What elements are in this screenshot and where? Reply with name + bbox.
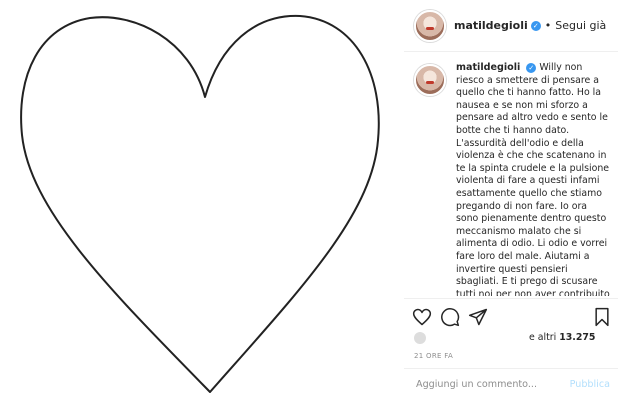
heart-icon[interactable] bbox=[412, 307, 432, 327]
caption-row: matildegioli ✓ Willy non riesco a smette… bbox=[404, 52, 618, 296]
post-timestamp[interactable]: 21 ORE FA bbox=[414, 352, 453, 360]
verified-badge-icon: ✓ bbox=[530, 20, 541, 31]
header-separator: • bbox=[544, 19, 552, 32]
caption-verified-badge-icon: ✓ bbox=[526, 62, 537, 73]
likes-text[interactable]: e altri 13.275 bbox=[529, 332, 595, 343]
caption-text: Willy non riesco a smettere di pensare a… bbox=[456, 62, 610, 296]
publish-button[interactable]: Pubblica bbox=[570, 379, 610, 390]
post-image[interactable] bbox=[0, 0, 405, 400]
header-username[interactable]: matildegioli bbox=[454, 19, 528, 32]
caption: matildegioli ✓ Willy non riesco a smette… bbox=[456, 62, 610, 296]
likes-summary[interactable]: e altri 13.275 bbox=[414, 332, 614, 346]
bookmark-icon[interactable] bbox=[592, 307, 612, 327]
likes-prefix: e altri bbox=[529, 332, 557, 343]
liker-avatar[interactable] bbox=[414, 332, 426, 344]
action-bar bbox=[404, 298, 618, 334]
add-comment-bar: Pubblica bbox=[404, 368, 618, 400]
post-header: matildegioli ✓ • Segui già bbox=[404, 0, 618, 52]
comment-icon[interactable] bbox=[440, 307, 460, 327]
avatar[interactable] bbox=[414, 9, 446, 42]
instagram-post: matildegioli ✓ • Segui già matildegioli … bbox=[0, 0, 618, 400]
caption-username[interactable]: matildegioli bbox=[456, 62, 520, 73]
heart-outline-drawing bbox=[20, 14, 380, 393]
comment-input[interactable] bbox=[414, 378, 568, 391]
follow-button[interactable]: Segui già bbox=[555, 19, 606, 32]
share-icon[interactable] bbox=[468, 307, 488, 327]
post-sidebar: matildegioli ✓ • Segui già matildegioli … bbox=[404, 0, 618, 400]
caption-avatar[interactable] bbox=[414, 64, 446, 96]
likes-count[interactable]: 13.275 bbox=[559, 332, 595, 343]
comments-section[interactable]: matildegioli ✓ Willy non riesco a smette… bbox=[404, 52, 618, 296]
